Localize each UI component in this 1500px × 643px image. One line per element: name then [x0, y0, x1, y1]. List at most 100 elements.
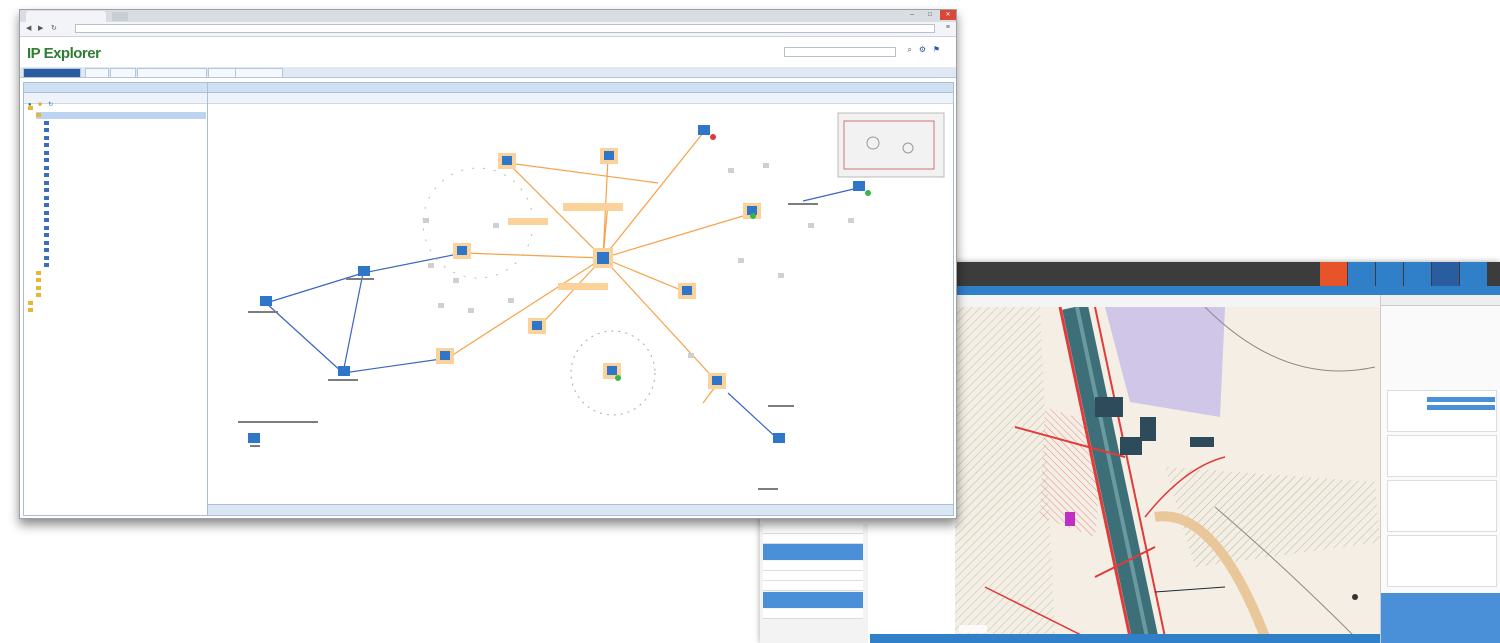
tree-item[interactable]	[28, 299, 35, 306]
properties-footer	[1381, 593, 1500, 643]
topology-graph[interactable]	[208, 103, 953, 503]
device-icon	[44, 120, 49, 125]
address-bar[interactable]	[75, 24, 935, 33]
map-topbar-button[interactable]	[1432, 262, 1459, 286]
device-node[interactable]	[593, 248, 613, 268]
layer-item[interactable]	[763, 561, 863, 571]
device-icon	[44, 240, 49, 245]
tree-item[interactable]	[28, 104, 35, 111]
tree-item[interactable]	[44, 149, 51, 156]
tree-item[interactable]	[44, 202, 51, 209]
properties-section	[1387, 435, 1497, 477]
map-topbar-button[interactable]	[1348, 262, 1375, 286]
layer-item[interactable]	[763, 534, 863, 544]
map-topbar-button[interactable]	[1460, 262, 1487, 286]
tree-item[interactable]	[44, 127, 51, 134]
device-icon	[44, 128, 49, 133]
layer-item[interactable]	[763, 609, 863, 619]
map-topbar-button[interactable]	[1376, 262, 1403, 286]
tree-item[interactable]	[44, 239, 51, 246]
nav-tab[interactable]	[208, 68, 236, 78]
tree-item[interactable]	[36, 292, 43, 299]
tree-item[interactable]	[36, 269, 43, 276]
map-topbar-button[interactable]	[1404, 262, 1431, 286]
tree-item[interactable]	[44, 157, 51, 164]
layer-group-header[interactable]	[763, 592, 863, 608]
device-icon	[44, 180, 49, 185]
properties-field[interactable]	[1427, 405, 1495, 410]
tree-item[interactable]	[44, 247, 51, 254]
folder-icon	[36, 113, 41, 118]
settings-icon[interactable]: ⚙	[919, 45, 926, 54]
refresh-icon[interactable]: ↻	[48, 102, 53, 108]
folder-icon	[28, 300, 33, 305]
device-icon	[44, 233, 49, 238]
properties-toolbar	[1381, 295, 1500, 306]
tree-item[interactable]	[44, 254, 51, 261]
tree-item[interactable]	[44, 187, 51, 194]
minimize-icon[interactable]: –	[904, 10, 920, 20]
main-navbar	[20, 67, 956, 78]
tree-item[interactable]	[44, 142, 51, 149]
ip-explorer-window: – □ ✕ ◀ ▶ ↻ ≡ IP Explorer ⌕ ⚙ ⚑ ● ■ ↻	[19, 9, 957, 519]
folder-icon	[36, 270, 41, 275]
close-icon[interactable]: ✕	[940, 10, 956, 20]
topology-minimap[interactable]	[837, 112, 945, 178]
tree-item[interactable]	[44, 232, 51, 239]
folder-icon[interactable]: ■	[38, 102, 42, 108]
device-icon	[44, 203, 49, 208]
folder-icon	[36, 293, 41, 298]
layer-item[interactable]	[763, 581, 863, 591]
properties-field[interactable]	[1427, 397, 1495, 402]
tree-item[interactable]	[44, 217, 51, 224]
device-icon	[44, 150, 49, 155]
nav-tab[interactable]	[235, 68, 283, 78]
map-layers-panel	[760, 524, 868, 643]
tree-item[interactable]	[44, 172, 51, 179]
tree-item[interactable]	[44, 194, 51, 201]
device-icon	[44, 255, 49, 260]
map-topbar-button[interactable]	[1320, 262, 1347, 286]
tree-panel: ● ■ ↻	[23, 82, 210, 516]
browser-tab[interactable]	[26, 11, 106, 22]
tree-item[interactable]	[36, 277, 43, 284]
tree-item[interactable]	[36, 111, 206, 119]
new-tab-button[interactable]	[112, 12, 128, 21]
folder-icon	[36, 278, 41, 283]
layer-item[interactable]	[763, 571, 863, 581]
nav-tab[interactable]	[137, 68, 207, 78]
header-search-input[interactable]	[784, 47, 896, 57]
reload-icon[interactable]: ↻	[51, 24, 57, 32]
topology-panel	[207, 82, 954, 516]
maximize-icon[interactable]: □	[922, 10, 938, 20]
tree-item[interactable]	[28, 307, 35, 314]
tree-item[interactable]	[36, 284, 43, 291]
layer-group-header[interactable]	[763, 544, 863, 560]
tree-item[interactable]	[44, 119, 51, 126]
nav-tab[interactable]	[110, 68, 136, 78]
menu-icon[interactable]: ≡	[946, 24, 950, 31]
tree-item[interactable]	[44, 134, 51, 141]
device-icon	[44, 225, 49, 230]
back-icon[interactable]: ◀	[26, 24, 31, 32]
search-icon[interactable]: ⌕	[908, 45, 912, 55]
layer-item[interactable]	[763, 524, 863, 534]
nav-tab[interactable]	[85, 68, 109, 78]
tree-item[interactable]	[44, 179, 51, 186]
tree-item[interactable]	[44, 224, 51, 231]
map-canvas[interactable]	[955, 304, 1380, 640]
tree-item[interactable]	[44, 209, 51, 216]
tree-item[interactable]	[44, 262, 51, 269]
topology-statusbar	[208, 504, 953, 515]
topology-panel-title	[208, 83, 953, 93]
flag-icon[interactable]: ⚑	[933, 45, 940, 54]
nav-tab[interactable]	[23, 68, 81, 78]
device-icon	[44, 135, 49, 140]
app-header: IP Explorer ⌕ ⚙ ⚑	[20, 37, 956, 67]
device-icon	[44, 263, 49, 268]
forward-icon[interactable]: ▶	[38, 24, 43, 32]
browser-address-row: ◀ ▶ ↻ ≡	[20, 22, 956, 37]
tree-item[interactable]	[44, 164, 51, 171]
device-icon	[44, 143, 49, 148]
map-properties-panel	[1380, 295, 1500, 643]
